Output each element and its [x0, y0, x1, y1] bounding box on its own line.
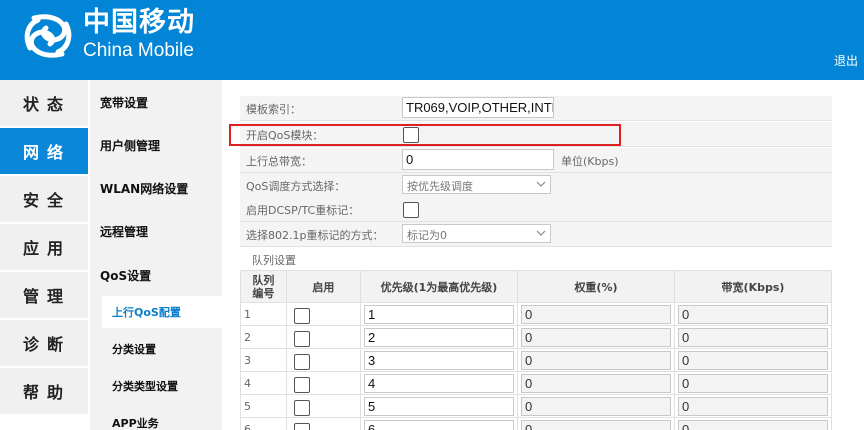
- queue-id: 5: [240, 394, 287, 418]
- subnav-uplink-qos[interactable]: 上行QoS配置: [102, 296, 222, 328]
- p8021-select-value: 标记为0: [407, 229, 447, 242]
- table-row: 1 1 0 0: [240, 302, 833, 326]
- chevron-down-icon: [536, 181, 546, 187]
- queue-id: 2: [240, 325, 287, 349]
- sched-label: QoS调度方式选择：: [246, 180, 346, 193]
- col-bandwidth: 带宽(Kbps): [673, 270, 833, 303]
- weight-input[interactable]: 0: [520, 327, 671, 347]
- brand-english-name: China Mobile: [83, 40, 194, 61]
- nav-item-security[interactable]: 安全: [0, 176, 88, 222]
- table-row: 6 6 0 0: [240, 417, 833, 430]
- weight-input[interactable]: 0: [520, 350, 671, 370]
- qos-enable-checkbox[interactable]: [403, 127, 419, 143]
- priority-input[interactable]: 2: [363, 327, 514, 347]
- subnav-classification-type[interactable]: 分类类型设置: [102, 370, 222, 402]
- logout-link[interactable]: 退出: [834, 52, 858, 69]
- bandwidth-input[interactable]: 0: [677, 373, 828, 393]
- bandwidth-input[interactable]: 0: [677, 396, 828, 416]
- queue-id: 6: [240, 417, 287, 430]
- dscp-row: 启用DCSP/TC重标记：: [240, 197, 832, 222]
- queue-section-title: 队列设置: [252, 254, 296, 267]
- queue-id: 1: [240, 302, 287, 326]
- template-row: 模板索引： TR069,VOIP,OTHER,INTERNET: [240, 96, 832, 121]
- nav-item-help[interactable]: 帮助: [0, 368, 88, 414]
- col-priority: 优先级(1为最高优先级): [359, 270, 518, 303]
- uplink-bandwidth-unit: 单位(Kbps): [561, 155, 619, 168]
- queue-enable-checkbox[interactable]: [293, 422, 310, 430]
- queue-id: 4: [240, 371, 287, 395]
- nav-item-network[interactable]: 网络: [0, 128, 88, 174]
- subnav-wlan[interactable]: WLAN网络设置: [100, 180, 188, 197]
- queue-enable-checkbox[interactable]: [293, 376, 310, 393]
- col-weight: 权重(%): [516, 270, 675, 303]
- weight-input[interactable]: 0: [520, 419, 671, 430]
- queue-id: 3: [240, 348, 287, 372]
- priority-input[interactable]: 3: [363, 350, 514, 370]
- table-row: 4 4 0 0: [240, 371, 833, 395]
- priority-input[interactable]: 6: [363, 419, 514, 430]
- main-nav: 状态 网络 安全 应用 管理 诊断 帮助: [0, 80, 88, 430]
- table-row: 5 5 0 0: [240, 394, 833, 418]
- nav-item-diagnostics[interactable]: 诊断: [0, 320, 88, 366]
- sched-select-value: 按优先级调度: [407, 180, 473, 193]
- queue-enable-checkbox[interactable]: [293, 307, 310, 324]
- template-label: 模板索引：: [246, 103, 301, 116]
- subnav-app-service[interactable]: APP业务: [102, 407, 222, 430]
- sched-row: QoS调度方式选择： 按优先级调度: [240, 173, 832, 198]
- nav-item-status[interactable]: 状态: [0, 80, 88, 126]
- table-row: 3 3 0 0: [240, 348, 833, 372]
- brand-chinese-name: 中国移动: [83, 7, 195, 38]
- nav-item-management[interactable]: 管理: [0, 272, 88, 318]
- queue-enable-checkbox[interactable]: [293, 330, 310, 347]
- weight-input[interactable]: 0: [520, 373, 671, 393]
- col-queue-id: 队列编号: [240, 270, 287, 303]
- subnav-user-side[interactable]: 用户侧管理: [100, 137, 160, 154]
- p8021-select[interactable]: 标记为0: [402, 224, 551, 243]
- bandwidth-input[interactable]: 0: [677, 327, 828, 347]
- queue-enable-checkbox[interactable]: [293, 353, 310, 370]
- nav-item-application[interactable]: 应用: [0, 224, 88, 270]
- uplink-bandwidth-row: 上行总带宽： 0 单位(Kbps): [240, 148, 832, 173]
- template-index-input[interactable]: TR069,VOIP,OTHER,INTERNET: [402, 97, 554, 118]
- subnav-qos[interactable]: QoS设置: [100, 267, 151, 284]
- sched-select[interactable]: 按优先级调度: [402, 175, 551, 194]
- priority-input[interactable]: 5: [363, 396, 514, 416]
- bandwidth-input[interactable]: 0: [677, 419, 828, 430]
- dscp-label: 启用DCSP/TC重标记：: [246, 204, 360, 217]
- qos-enable-label: 开启QoS模块：: [246, 129, 324, 142]
- chevron-down-icon: [536, 230, 546, 236]
- weight-input[interactable]: 0: [520, 396, 671, 416]
- top-header: 中国移动 China Mobile 退出: [0, 0, 864, 80]
- uplink-bandwidth-label: 上行总带宽：: [246, 155, 312, 168]
- bandwidth-input[interactable]: 0: [677, 350, 828, 370]
- subnav-broadband[interactable]: 宽带设置: [100, 94, 148, 111]
- queue-table: 队列编号 启用 优先级(1为最高优先级) 权重(%) 带宽(Kbps) 1 1 …: [240, 270, 833, 430]
- china-mobile-logo-icon: [24, 14, 72, 58]
- col-enable: 启用: [285, 270, 361, 303]
- p8021-row: 选择802.1p重标记的方式： 标记为0: [240, 222, 832, 247]
- queue-header-row: 队列编号 启用 优先级(1为最高优先级) 权重(%) 带宽(Kbps): [240, 270, 833, 303]
- weight-input[interactable]: 0: [520, 304, 671, 324]
- queue-enable-checkbox[interactable]: [293, 399, 310, 416]
- bandwidth-input[interactable]: 0: [677, 304, 828, 324]
- sub-nav: 宽带设置 用户侧管理 WLAN网络设置 远程管理 QoS设置 上行QoS配置 分…: [90, 80, 222, 430]
- dscp-remark-checkbox[interactable]: [403, 202, 419, 218]
- uplink-bandwidth-input[interactable]: 0: [402, 149, 554, 170]
- subnav-remote[interactable]: 远程管理: [100, 223, 148, 240]
- table-row: 2 2 0 0: [240, 325, 833, 349]
- subnav-classification[interactable]: 分类设置: [102, 333, 222, 365]
- priority-input[interactable]: 1: [363, 304, 514, 324]
- qos-enable-row: 开启QoS模块：: [240, 122, 832, 147]
- priority-input[interactable]: 4: [363, 373, 514, 393]
- p8021-label: 选择802.1p重标记的方式：: [246, 229, 384, 242]
